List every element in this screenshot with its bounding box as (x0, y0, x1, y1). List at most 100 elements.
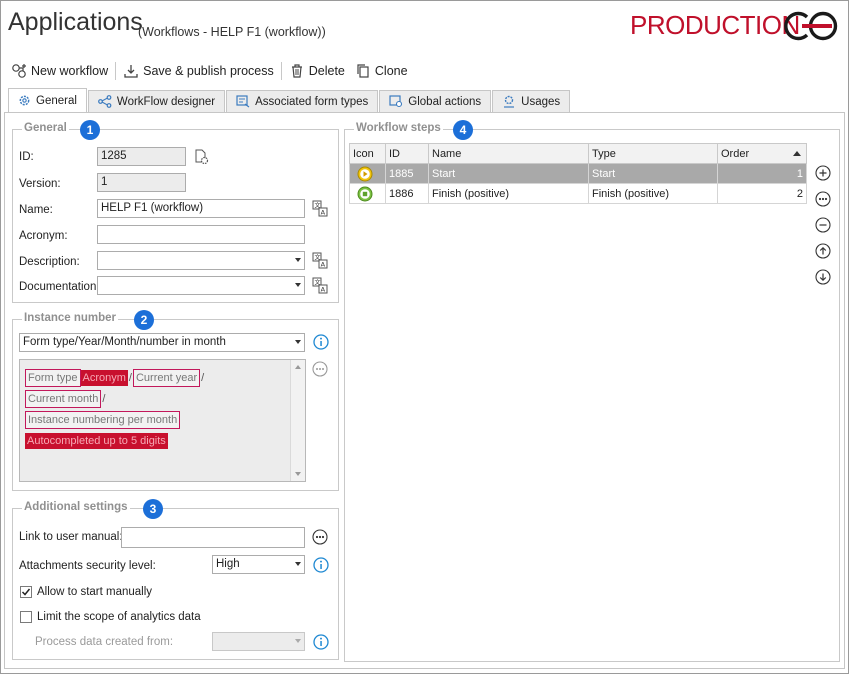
callout-badge-1: 1 (80, 120, 100, 140)
info-icon[interactable] (313, 334, 329, 350)
table-cell-type: Finish (positive) (588, 183, 718, 204)
callout-badge-4: 4 (453, 120, 473, 140)
delete-label: Delete (308, 64, 345, 78)
table-cell-type: Start (588, 163, 718, 184)
instance-format-dropdown[interactable]: Form type/Year/Month/number in month (19, 333, 305, 352)
global-actions-icon (389, 95, 403, 108)
finish-positive-step-icon (357, 186, 373, 201)
new-workflow-button[interactable]: New workflow (6, 63, 113, 79)
tab-associated-form-types[interactable]: Associated form types (226, 90, 379, 112)
id-settings-icon[interactable] (194, 148, 210, 166)
more-options-icon[interactable] (312, 529, 328, 545)
version-field: 1 (97, 173, 186, 192)
more-options-icon[interactable] (815, 191, 831, 207)
tag-instance-numbering[interactable]: Instance numbering per month (25, 411, 181, 429)
vertical-scrollbar[interactable] (290, 360, 305, 481)
chevron-down-icon (295, 258, 301, 262)
info-icon[interactable] (313, 557, 329, 573)
name-field[interactable]: HELP F1 (workflow) (97, 199, 305, 218)
scroll-up-icon[interactable] (295, 365, 301, 369)
tab-global-actions[interactable]: Global actions (379, 90, 492, 112)
move-up-icon[interactable] (815, 243, 831, 259)
workflow-steps-title: Workflow steps (354, 122, 443, 134)
instance-format-value: Form type/Year/Month/number in month (23, 336, 226, 348)
table-row[interactable]: 1886 Finish (positive) Finish (positive)… (349, 183, 807, 204)
allow-start-checkbox[interactable] (20, 586, 32, 598)
toolbar-divider (280, 62, 282, 80)
tag-current-month[interactable]: Current month (25, 390, 102, 408)
tag-acronym[interactable]: Acronym (80, 370, 128, 386)
process-data-label: Process data created from: (35, 636, 174, 648)
workflow-steps-table: Icon ID Name Type Order 1885 Start Start… (349, 143, 807, 204)
limit-scope-label[interactable]: Limit the scope of analytics data (37, 611, 201, 623)
table-row[interactable]: 1885 Start Start 1 (349, 163, 807, 184)
form-types-icon (236, 95, 250, 108)
security-level-label: Attachments security level: (19, 560, 156, 572)
id-field: 1285 (97, 147, 186, 166)
tab-usages[interactable]: Usages (492, 90, 571, 112)
tab-bar: General WorkFlow designer Associated for… (8, 88, 571, 112)
tag-current-year[interactable]: Current year (132, 369, 201, 387)
svg-text:A: A (321, 261, 326, 269)
save-publish-icon (124, 65, 138, 78)
table-cell-icon (349, 163, 386, 184)
tab-general[interactable]: General (8, 88, 87, 112)
start-step-icon (357, 166, 373, 181)
callout-badge-2: 2 (134, 310, 154, 330)
instance-format-builder[interactable]: Form type Acronym / Current year / Current m… (19, 359, 306, 482)
description-dropdown[interactable] (97, 251, 305, 270)
add-step-icon[interactable] (815, 165, 831, 181)
acronym-label: Acronym: (19, 230, 68, 242)
column-header-icon[interactable]: Icon (349, 143, 386, 164)
tab-general-label: General (36, 94, 77, 107)
delete-button[interactable]: Delete (284, 63, 350, 79)
tag-form-type[interactable]: Form type (25, 369, 81, 387)
acronym-field[interactable] (97, 225, 305, 244)
translate-name-icon[interactable]: 文A (312, 200, 328, 217)
table-cell-icon (349, 183, 386, 204)
tab-usages-label: Usages (521, 95, 561, 108)
documentation-dropdown[interactable] (97, 276, 305, 295)
checkmark-icon (21, 588, 31, 596)
tag-separator: / (201, 372, 205, 384)
remove-step-icon[interactable] (815, 217, 831, 233)
chevron-down-icon (295, 340, 301, 344)
more-options-icon[interactable] (312, 361, 328, 377)
workflow-designer-icon (98, 95, 112, 108)
column-header-name[interactable]: Name (428, 143, 589, 164)
clone-icon (357, 64, 369, 78)
column-header-id[interactable]: ID (385, 143, 429, 164)
page-subtitle: (Workflows - HELP F1 (workflow)) (138, 25, 326, 39)
gear-icon (19, 95, 30, 106)
info-icon[interactable] (313, 634, 329, 650)
translate-documentation-icon[interactable]: 文A (312, 277, 328, 294)
table-cell-id: 1885 (385, 163, 429, 184)
sort-ascending-icon (793, 151, 801, 156)
column-header-type[interactable]: Type (588, 143, 718, 164)
product-logo-icon (784, 11, 838, 41)
allow-start-label[interactable]: Allow to start manually (37, 586, 152, 598)
chevron-down-icon (295, 639, 301, 643)
manual-link-field[interactable] (121, 527, 305, 548)
save-publish-button[interactable]: Save & publish process (118, 63, 279, 79)
trash-icon (291, 64, 302, 78)
tab-workflow-designer[interactable]: WorkFlow designer (87, 90, 226, 112)
clone-button[interactable]: Clone (350, 63, 413, 79)
manual-link-label: Link to user manual: (19, 531, 123, 543)
tab-associated-form-types-label: Associated form types (255, 95, 369, 108)
tab-workflow-designer-label: WorkFlow designer (116, 95, 216, 108)
usages-icon (504, 95, 515, 108)
move-down-icon[interactable] (815, 269, 831, 285)
instance-number-group-title: Instance number (22, 312, 119, 324)
column-header-order[interactable]: Order (717, 143, 807, 164)
table-cell-order: 1 (717, 163, 807, 184)
tag-separator: / (102, 393, 106, 405)
limit-scope-checkbox[interactable] (20, 611, 32, 623)
security-level-dropdown[interactable]: High (212, 555, 305, 574)
translate-description-icon[interactable]: 文A (312, 252, 328, 269)
scroll-down-icon[interactable] (295, 472, 301, 476)
toolbar: New workflow Save & publish process Dele… (6, 56, 413, 86)
additional-settings-title: Additional settings (22, 501, 130, 513)
tag-autocompleted[interactable]: Autocompleted up to 5 digits (25, 433, 168, 449)
chevron-down-icon (295, 562, 301, 566)
